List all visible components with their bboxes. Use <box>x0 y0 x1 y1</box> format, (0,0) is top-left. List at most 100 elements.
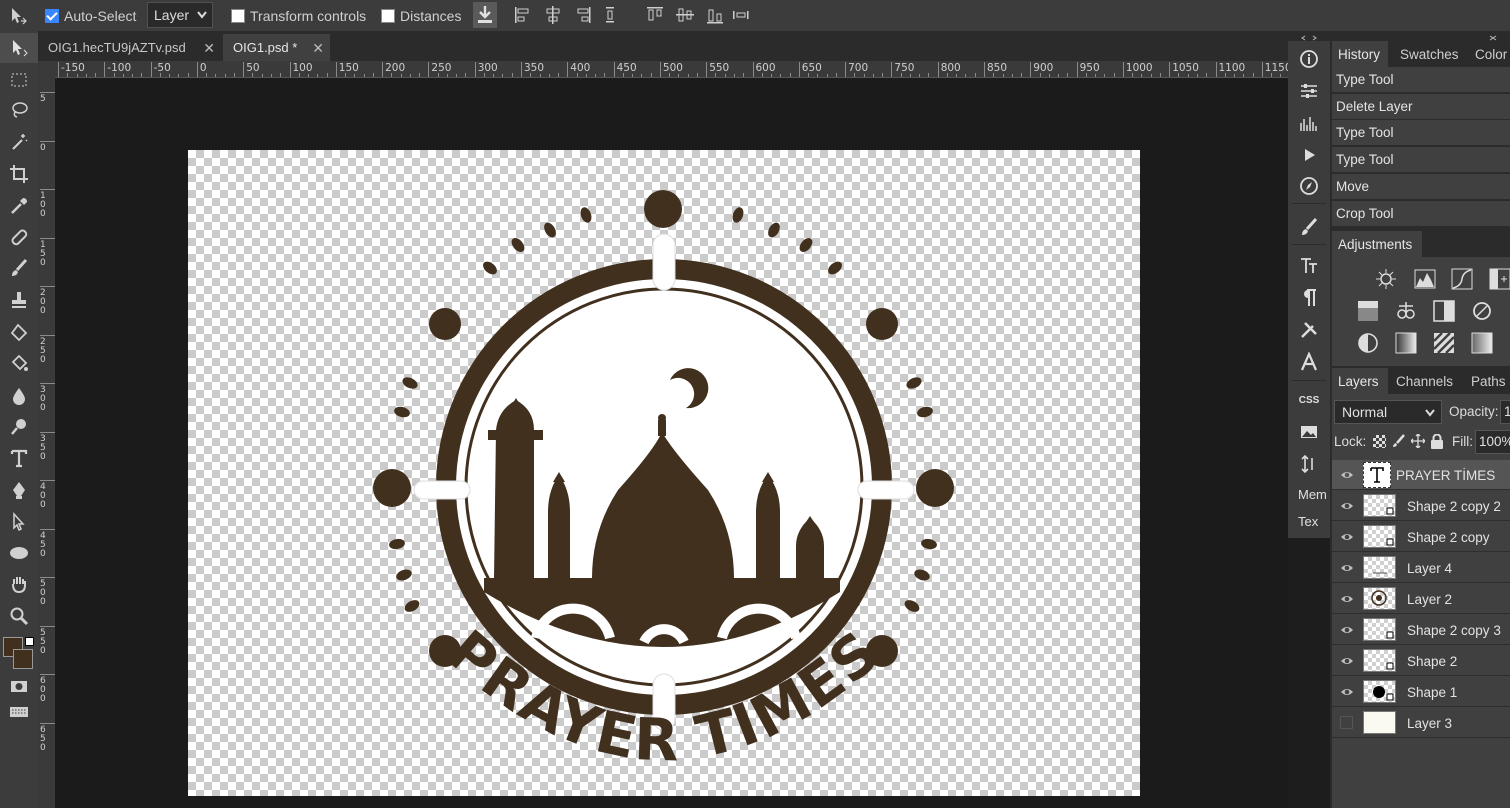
character-icon[interactable] <box>1288 252 1330 280</box>
align-center-h-icon[interactable] <box>543 5 563 25</box>
layer-name[interactable]: Shape 2 copy 2 <box>1407 491 1501 521</box>
distances-check-icon[interactable] <box>381 8 395 23</box>
levels-icon[interactable] <box>1414 268 1436 290</box>
move-tool-icon[interactable] <box>0 33 38 63</box>
layer-row[interactable]: Layer 3 <box>1332 708 1510 738</box>
hand-tool-icon[interactable] <box>0 569 38 599</box>
color-swatches[interactable] <box>3 637 35 673</box>
crop-tool-icon[interactable] <box>0 159 38 189</box>
layer-name[interactable]: Layer 4 <box>1407 553 1452 583</box>
layer-row[interactable]: PRAYER TİMES <box>1332 460 1510 490</box>
download-icon[interactable] <box>473 2 497 28</box>
visibility-eye-icon[interactable] <box>1340 468 1354 482</box>
lock-position-icon[interactable] <box>1410 433 1426 451</box>
transform-controls-check-icon[interactable] <box>231 8 245 23</box>
properties-icon[interactable] <box>1288 77 1330 105</box>
align-bottom-icon[interactable] <box>705 5 725 25</box>
healing-brush-icon[interactable] <box>0 222 38 252</box>
layer-row[interactable]: Shape 2 copy 3 <box>1332 615 1510 645</box>
move-tool-preset-icon[interactable] <box>4 0 34 31</box>
layer-name[interactable]: Shape 2 copy <box>1407 522 1490 552</box>
css-icon[interactable]: CSS <box>1288 386 1330 414</box>
glyphs-icon[interactable] <box>1288 348 1330 376</box>
layer-name[interactable]: Layer 2 <box>1407 584 1452 614</box>
layer-name[interactable]: Shape 2 copy 3 <box>1407 615 1501 645</box>
blur-tool-icon[interactable] <box>0 381 38 411</box>
panel-collapse-bar[interactable] <box>1288 31 1330 41</box>
visibility-eye-icon[interactable] <box>1340 561 1354 575</box>
dodge-tool-icon[interactable] <box>0 412 38 442</box>
layer-name[interactable]: PRAYER TİMES <box>1396 460 1495 490</box>
eraser-tool-icon[interactable] <box>0 317 38 347</box>
swap-colors-icon[interactable] <box>25 637 34 646</box>
clone-stamp-icon[interactable] <box>0 285 38 315</box>
history-item[interactable]: Crop Tool <box>1332 201 1510 227</box>
history-item[interactable]: Type Tool <box>1332 120 1510 146</box>
lasso-tool-icon[interactable] <box>0 95 38 125</box>
visibility-eye-icon[interactable] <box>1340 530 1354 544</box>
brush-settings-icon[interactable] <box>1288 213 1330 241</box>
brightness-icon[interactable] <box>1375 268 1397 290</box>
curves-icon[interactable] <box>1451 268 1473 290</box>
panel-collapse-bar-right[interactable] <box>1330 31 1510 41</box>
align-right-icon[interactable] <box>573 5 593 25</box>
path-select-icon[interactable] <box>0 507 38 537</box>
tab-oig1-hec[interactable]: OIG1.hecTU9jAZTv.psd ✕ <box>38 34 221 61</box>
pen-tool-icon[interactable] <box>0 475 38 505</box>
layer-name[interactable]: Shape 2 <box>1407 646 1457 676</box>
tab-oig1[interactable]: OIG1.psd * ✕ <box>223 34 330 61</box>
auto-select-target-select[interactable]: Layer <box>147 2 213 28</box>
navigator-icon[interactable] <box>1288 172 1330 200</box>
paragraph-icon[interactable] <box>1288 284 1330 312</box>
background-color-swatch[interactable] <box>13 649 33 669</box>
brush-tool-icon[interactable] <box>0 253 38 283</box>
ellipse-tool-icon[interactable] <box>0 538 38 568</box>
hue-saturation-icon[interactable] <box>1471 300 1493 322</box>
magic-wand-icon[interactable] <box>0 127 38 157</box>
distribute-h-icon[interactable] <box>603 5 623 25</box>
visibility-eye-icon[interactable] <box>1340 654 1354 668</box>
tab-paths[interactable]: Paths <box>1465 368 1510 394</box>
transform-icon[interactable] <box>1288 450 1330 478</box>
tab-layers[interactable]: Layers <box>1332 368 1388 394</box>
document-canvas[interactable]: PRAYER TIMES <box>188 150 1140 796</box>
layer-name[interactable]: Shape 1 <box>1407 677 1457 707</box>
color-balance-icon[interactable] <box>1395 300 1417 322</box>
eyedropper-icon[interactable] <box>0 191 38 221</box>
layer-row[interactable]: Shape 2 copy <box>1332 522 1510 552</box>
image-icon[interactable] <box>1288 418 1330 446</box>
tab-color[interactable]: Color <box>1469 41 1510 67</box>
gradient-map-icon[interactable] <box>1395 332 1417 354</box>
tab-adjustments[interactable]: Adjustments <box>1332 231 1422 257</box>
zoom-tool-icon[interactable] <box>0 601 38 631</box>
layer-row[interactable]: Layer 4 <box>1332 553 1510 583</box>
layer-row[interactable]: Shape 2 <box>1332 646 1510 676</box>
transform-controls-checkbox[interactable]: Transform controls <box>231 0 366 31</box>
tab-history[interactable]: History <box>1332 41 1388 67</box>
distribute-v-icon[interactable] <box>731 5 751 25</box>
history-item[interactable]: Move <box>1332 174 1510 200</box>
layer-name[interactable]: Layer 3 <box>1407 708 1452 738</box>
auto-select-checkbox[interactable]: Auto-Select <box>45 0 136 31</box>
vertical-ruler[interactable]: 50100150200250300350400450500550600650 <box>38 77 56 808</box>
close-tab-icon[interactable]: ✕ <box>203 40 215 57</box>
history-item[interactable]: Type Tool <box>1332 67 1510 93</box>
visibility-toggle-off[interactable] <box>1340 716 1353 729</box>
visibility-eye-icon[interactable] <box>1340 592 1354 606</box>
visibility-eye-icon[interactable] <box>1340 685 1354 699</box>
marquee-tool-icon[interactable] <box>0 65 38 95</box>
text-panel-label[interactable]: Tex <box>1288 507 1330 535</box>
histogram-icon[interactable] <box>1288 109 1330 137</box>
info-icon[interactable] <box>1288 45 1330 73</box>
type-tool-icon[interactable] <box>0 443 38 473</box>
lock-transparency-icon[interactable] <box>1373 435 1386 448</box>
paint-bucket-icon[interactable] <box>0 349 38 379</box>
visibility-eye-icon[interactable] <box>1340 623 1354 637</box>
keyboard-icon[interactable] <box>0 697 38 727</box>
lock-all-icon[interactable] <box>1430 433 1444 452</box>
actions-play-icon[interactable] <box>1288 141 1330 169</box>
black-white-icon[interactable] <box>1433 300 1455 322</box>
memory-panel-label[interactable]: Mem <box>1288 480 1330 508</box>
history-item[interactable]: Type Tool <box>1332 147 1510 173</box>
layer-row[interactable]: Shape 1 <box>1332 677 1510 707</box>
